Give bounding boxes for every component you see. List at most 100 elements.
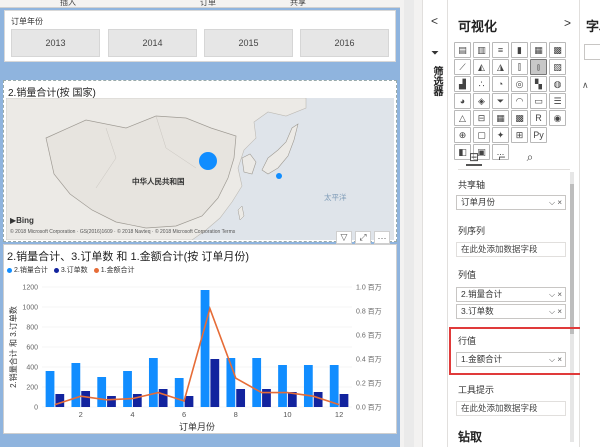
line-clustered-column-icon[interactable]: ⫾ [530,59,547,75]
100-bar-icon[interactable]: ▦ [530,42,547,58]
map-icon[interactable]: ◍ [549,76,566,92]
donut-icon[interactable]: ◎ [511,76,528,92]
clustered-bar-icon[interactable]: ≡ [492,42,509,58]
well-field-actions[interactable]: ⌵ × [549,288,562,301]
visual-type-gallery: ▤ ▥ ≡ ▮ ▦ ▩ ⟋ ◭ ◮ ⫿ ⫾ ▧ ▟ ∴ ◔ ◎ ▚ ◍ ◕ ◈ … [454,42,574,160]
shape-map-icon[interactable]: ◈ [473,93,490,109]
tooltips-well[interactable]: 在此处添加数据字段 [456,401,566,416]
bar-sales [148,358,158,407]
kpi-icon[interactable]: △ [454,110,471,126]
clustered-column-icon[interactable]: ▮ [511,42,528,58]
pie-icon[interactable]: ◔ [492,76,509,92]
line-stacked-column-icon[interactable]: ⫿ [511,59,528,75]
slicer-year-button[interactable]: 2016 [300,29,389,57]
viz-pane-tabs: ⊟ ⌐ ⌕ [458,150,570,170]
right-tick-label: 0.8 百万 [356,308,382,316]
combo-chart-visual[interactable]: ▽ ⤢ ··· 2.销量合计、3.订单数 和 1.金额合计(按 订单月份) 2.… [3,231,397,434]
bar-orders [210,359,220,407]
bar-orders [236,389,246,407]
stacked-bar-icon[interactable]: ▤ [454,42,471,58]
well-field[interactable]: 订单月份 [461,197,495,207]
treemap-icon[interactable]: ▚ [530,76,547,92]
filter-pane-label[interactable]: 筛选器 [428,66,444,96]
map-title: 2.销量合计(按 国家) [8,88,96,99]
table-icon[interactable]: ▦ [492,110,509,126]
pane-gutter [400,0,422,447]
slicer-year-button[interactable]: 2015 [204,29,293,57]
filled-map-icon[interactable]: ◕ [454,93,471,109]
map-visual[interactable]: 2.销量合计(按 国家) 中华人民共和国 太平洋 ▶Bing © 2018 Mi… [3,80,397,242]
blank-slot [549,127,566,143]
funnel-icon[interactable]: ⏷ [492,93,509,109]
fields-pane: 字段 ∧ [580,0,600,447]
r-visual-icon[interactable]: R [530,110,547,126]
gauge-icon[interactable]: ◠ [511,93,528,109]
well-field-actions[interactable]: ⌵ × [549,305,562,318]
fields-search-input[interactable] [584,44,600,60]
collapse-viz-chevron-icon[interactable]: > [564,16,571,30]
arcgis-icon[interactable]: ⊕ [454,127,471,143]
column-series-well[interactable]: 在此处添加数据字段 [456,242,566,257]
bar-orders [107,396,116,407]
bar-orders [262,389,271,407]
drillthrough-heading: 钻取 [458,430,483,444]
map-copyright[interactable]: © 2018 Microsoft Corporation · GS(2016)1… [10,229,235,235]
well-field[interactable]: 2.销量合计 [461,289,502,299]
filter-icon[interactable]: ▽ [336,231,352,244]
map-area[interactable]: 中华人民共和国 太平洋 ▶Bing © 2018 Microsoft Corpo… [6,98,394,240]
decomposition-tree-icon[interactable]: ⊞ [511,127,528,143]
slicer-icon[interactable]: ⊟ [473,110,490,126]
left-tick-label: 1200 [22,285,38,292]
bar-sales [329,365,339,407]
column-values-well-2[interactable]: 3.订单数 ⌵ × [456,304,566,319]
key-influencers-icon[interactable]: ✦ [492,127,509,143]
line-chart-icon[interactable]: ⟋ [454,59,471,75]
focus-mode-icon[interactable]: ⤢ [355,231,371,244]
column-values-well[interactable]: 2.销量合计 ⌵ × [456,287,566,302]
globe-icon[interactable]: ◉ [549,110,566,126]
slicer-year-button[interactable]: 2014 [108,29,197,57]
stacked-area-icon[interactable]: ◮ [492,59,509,75]
matrix-icon[interactable]: ▩ [511,110,528,126]
bar-sales [200,290,210,407]
waterfall-icon[interactable]: ▟ [454,76,471,92]
bar-sales [303,365,313,407]
python-visual-icon[interactable]: Py [530,127,547,143]
filter-pane-collapsed[interactable]: < ⏷ 筛选器 [422,0,448,447]
card-icon[interactable]: ▭ [530,93,547,109]
x-tick-label: 12 [335,410,343,419]
well-field-actions[interactable]: ⌵ × [549,196,562,209]
x-tick-label: 2 [79,410,83,419]
ribbon-order-label[interactable]: 订单 [200,0,216,8]
column-values-label: 列值 [458,270,477,280]
left-tick-label: 0 [34,405,38,412]
year-slicer[interactable]: 订单年份 2013 2014 2015 2016 [4,10,396,62]
expand-filter-chevron-icon[interactable]: < [431,14,438,28]
100-column-icon[interactable]: ▩ [549,42,566,58]
left-tick-label: 200 [26,385,38,392]
expand-chevron-icon[interactable]: ∧ [582,80,589,91]
viz-pane-scrollbar[interactable] [570,172,574,442]
format-paint-roller-icon[interactable]: ⌐ [494,150,510,166]
ribbon-share-label[interactable]: 共享 [290,0,306,8]
map-bubble-china[interactable] [199,152,217,170]
well-field[interactable]: 3.订单数 [461,306,494,316]
scrollbar-thumb[interactable] [570,184,574,334]
shared-axis-well[interactable]: 订单月份 ⌵ × [456,195,566,210]
x-tick-label: 10 [283,410,291,419]
multi-row-card-icon[interactable]: ☰ [549,93,566,109]
ribbon-insert-label[interactable]: 插入 [60,0,76,8]
fields-tab-icon[interactable]: ⊟ [466,150,482,166]
report-canvas: 插入 订单 共享 订单年份 2013 2014 2015 2016 2.销量合计… [0,0,400,447]
y-axis-title: 2.销量合计 和 3.订单数 [8,306,18,388]
scatter-icon[interactable]: ∴ [473,76,490,92]
qa-icon[interactable]: ▢ [473,127,490,143]
ribbon-chart-icon[interactable]: ▧ [549,59,566,75]
stacked-column-icon[interactable]: ▥ [473,42,490,58]
area-chart-icon[interactable]: ◭ [473,59,490,75]
analytics-magnifier-icon[interactable]: ⌕ [522,150,538,166]
slicer-year-button[interactable]: 2013 [11,29,100,57]
more-options-button[interactable]: ··· [374,231,390,244]
pane-resize-handle[interactable] [404,0,414,447]
map-bubble-japan[interactable] [276,173,282,179]
